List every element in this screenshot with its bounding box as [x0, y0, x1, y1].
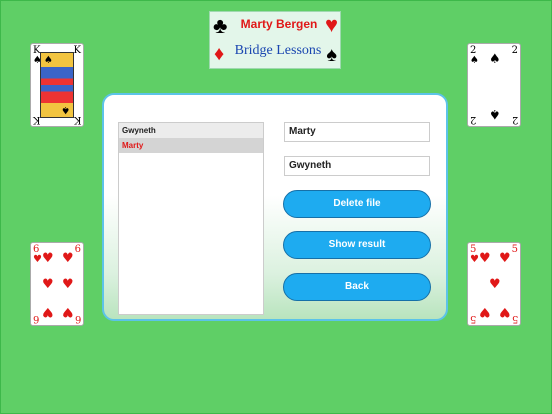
card-six-of-hearts: 6 ♥ 6 ♥ ♥ ♥ ♥ ♥ ♥ 6 6	[30, 242, 84, 326]
card-rank-bottom-left: K	[33, 114, 41, 125]
heart-pip: ♥	[489, 277, 501, 292]
card-king-of-spades: K ♠ K ♠ ♠ K K	[30, 43, 84, 127]
heart-pip: ♥	[42, 251, 54, 266]
list-item[interactable]: Gwyneth	[119, 123, 263, 138]
spade-icon: ♠	[61, 104, 70, 115]
heart-pip: ♥	[42, 277, 54, 292]
heart-pip: ♥	[479, 304, 491, 319]
spade-icon: ♠	[44, 55, 53, 66]
card-rank-bottom-left: 5	[470, 313, 477, 324]
marty-bergen-logo: ♣ ♥ ♦ ♠ Marty Bergen Bridge Lessons	[209, 11, 341, 69]
card-rank-bottom: 6	[74, 313, 81, 324]
heart-pip: ♥	[479, 251, 491, 266]
club-icon: ♣	[213, 13, 228, 38]
king-face-image: ♠ ♠	[40, 52, 74, 118]
card-two-of-spades: 2 ♠ 2 ♠ ♠ 2 2	[467, 43, 521, 127]
spade-icon: ♠	[326, 44, 337, 66]
player-name-field-1[interactable]: Marty	[284, 122, 430, 142]
list-item-selected[interactable]: Marty	[119, 138, 263, 153]
show-result-button[interactable]: Show result	[283, 231, 431, 259]
card-rank-bottom-left: 6	[33, 313, 40, 324]
heart-pip: ♥	[42, 304, 54, 319]
saved-file-list[interactable]: Gwyneth Marty	[118, 122, 264, 315]
diamond-icon: ♦	[214, 43, 225, 65]
spade-pip: ♠	[489, 52, 501, 67]
card-rank-bottom: K	[73, 114, 81, 125]
card-suit-top: ♠	[470, 55, 479, 66]
back-button[interactable]: Back	[283, 273, 431, 301]
card-suit-top: ♥	[33, 254, 42, 265]
card-suit-top: ♥	[470, 254, 479, 265]
player-name-field-2[interactable]: Gwyneth	[284, 156, 430, 176]
logo-title: Marty Bergen	[240, 17, 318, 31]
card-rank-bottom: 2	[511, 114, 518, 125]
heart-pip: ♥	[62, 277, 74, 292]
card-rank-bottom-left: 2	[470, 114, 477, 125]
heart-icon: ♥	[324, 12, 338, 37]
heart-pip: ♥	[62, 304, 74, 319]
card-rank-top-right: 2	[511, 45, 518, 56]
card-rank-top-right: K	[73, 45, 81, 56]
card-rank-top-right: 6	[74, 244, 81, 255]
logo-subtitle: Bridge Lessons	[234, 43, 322, 58]
card-five-of-hearts: 5 ♥ 5 ♥ ♥ ♥ ♥ ♥ 5 5	[467, 242, 521, 326]
delete-file-button[interactable]: Delete file	[283, 190, 431, 218]
card-rank-bottom: 5	[511, 313, 518, 324]
saved-files-dialog: Gwyneth Marty Marty Gwyneth Delete file …	[102, 93, 448, 321]
heart-pip: ♥	[499, 304, 511, 319]
spade-pip: ♠	[489, 106, 501, 121]
heart-pip: ♥	[499, 251, 511, 266]
card-rank-top-right: 5	[511, 244, 518, 255]
heart-pip: ♥	[62, 251, 74, 266]
